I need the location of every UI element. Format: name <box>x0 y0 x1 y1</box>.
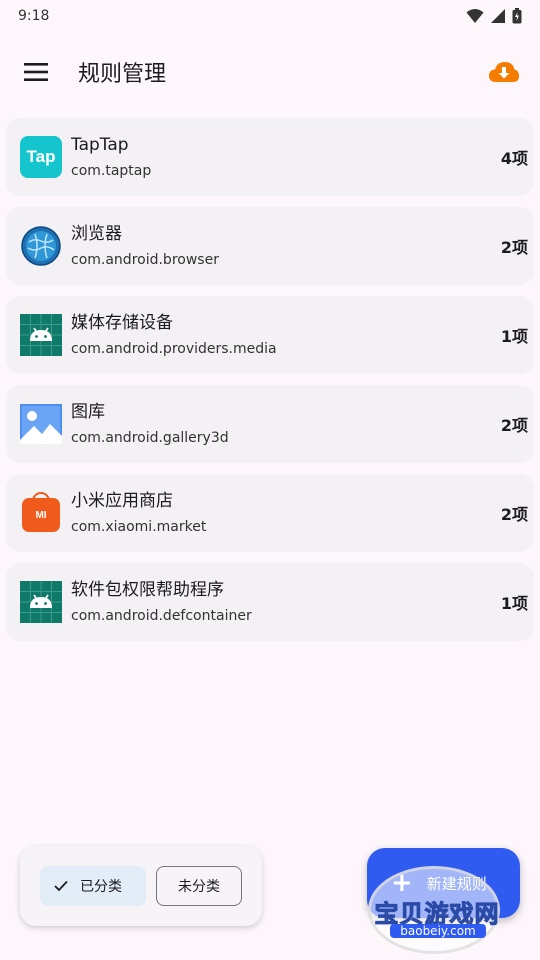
page-title: 规则管理 <box>78 62 167 87</box>
battery-icon <box>512 8 522 24</box>
list-item-text: TapTap com.taptap <box>71 134 501 181</box>
rule-count: 1项 <box>500 594 528 613</box>
app-name: TapTap <box>71 134 129 155</box>
filter-chip-uncategorized[interactable]: 未分类 <box>156 866 242 906</box>
filter-bar: 已分类 未分类 <box>20 846 262 926</box>
list-item-text: 小米应用商店 com.xiaomi.market <box>71 490 501 537</box>
package-name: com.android.gallery3d <box>71 429 229 446</box>
list-item[interactable]: Tap TapTap com.taptap 4项 <box>6 118 534 196</box>
rule-count: 2项 <box>500 505 528 524</box>
package-name: com.android.providers.media <box>71 340 277 357</box>
new-rule-button[interactable]: + 新建规则 <box>367 848 520 918</box>
app-name: 图库 <box>71 401 105 422</box>
taptap-icon-text: Tap <box>26 147 56 166</box>
wifi-icon <box>466 9 484 23</box>
rule-count: 2项 <box>500 416 528 435</box>
app-bar: 规则管理 <box>0 40 540 104</box>
package-name: com.taptap <box>71 162 152 179</box>
status-time: 9:18 <box>18 8 50 24</box>
filter-chip-label: 未分类 <box>178 879 220 895</box>
menu-button[interactable] <box>22 58 50 86</box>
list-item[interactable]: 图库 com.android.gallery3d 2项 <box>6 385 534 463</box>
mi-store-icon: MI <box>20 492 62 534</box>
package-name: com.android.browser <box>71 251 219 268</box>
list-item-text: 软件包权限帮助程序 com.android.defcontainer <box>71 579 501 626</box>
new-rule-label: 新建规则 <box>426 874 487 893</box>
cloud-download-button[interactable] <box>486 54 522 90</box>
list-item[interactable]: 软件包权限帮助程序 com.android.defcontainer 1项 <box>6 563 534 641</box>
app-name: 小米应用商店 <box>71 490 173 511</box>
gallery-icon <box>20 403 62 445</box>
list-item[interactable]: 媒体存储设备 com.android.providers.media 1项 <box>6 296 534 374</box>
list-item-text: 浏览器 com.android.browser <box>71 223 501 270</box>
filter-chip-categorized[interactable]: 已分类 <box>40 866 146 906</box>
mi-store-icon-text: MI <box>35 509 47 521</box>
status-icons <box>466 8 522 24</box>
taptap-icon: Tap <box>20 136 62 178</box>
list-item[interactable]: MI 小米应用商店 com.xiaomi.market 2项 <box>6 474 534 552</box>
plus-icon: + <box>391 868 413 898</box>
check-icon <box>54 880 68 892</box>
watermark-url: baobeiy.com <box>390 924 486 938</box>
app-name: 浏览器 <box>71 223 122 244</box>
app-list: Tap TapTap com.taptap 4项 浏览器 com.android… <box>6 118 534 652</box>
list-item[interactable]: 浏览器 com.android.browser 2项 <box>6 207 534 285</box>
rule-count: 1项 <box>500 327 528 346</box>
android-icon <box>20 581 62 623</box>
list-item-text: 图库 com.android.gallery3d <box>71 401 501 448</box>
list-item-text: 媒体存储设备 com.android.providers.media <box>71 312 501 359</box>
status-bar: 9:18 <box>0 0 540 32</box>
signal-icon <box>491 9 505 23</box>
app-name: 软件包权限帮助程序 <box>71 579 224 600</box>
filter-chip-label: 已分类 <box>80 879 122 895</box>
cloud-download-icon <box>489 62 519 82</box>
android-icon <box>20 314 62 356</box>
globe-icon <box>20 225 62 267</box>
rule-count: 2项 <box>500 238 528 257</box>
hamburger-menu-icon <box>24 63 48 81</box>
app-name: 媒体存储设备 <box>71 312 173 333</box>
package-name: com.android.defcontainer <box>71 607 252 624</box>
package-name: com.xiaomi.market <box>71 518 207 535</box>
rule-count: 4项 <box>500 149 528 168</box>
